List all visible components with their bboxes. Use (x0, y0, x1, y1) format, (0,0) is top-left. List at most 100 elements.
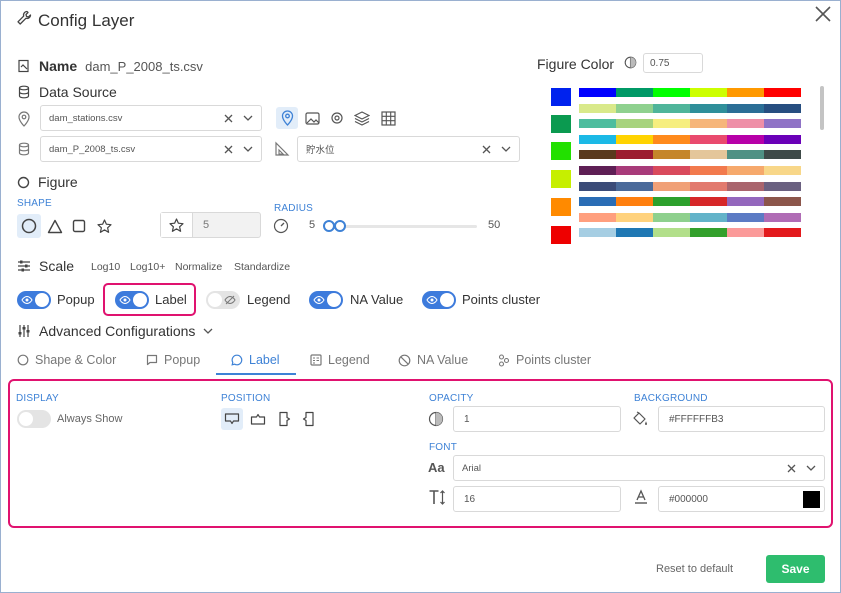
scale-option-log10-plus[interactable]: Log10+ (130, 261, 165, 273)
advanced-config-label: Advanced Configurations (39, 323, 196, 339)
radius-slider-track[interactable] (323, 220, 477, 232)
save-button[interactable]: Save (766, 555, 825, 583)
legend-toggle[interactable] (206, 291, 240, 309)
palette-color (727, 134, 764, 144)
color-palette-row[interactable] (579, 166, 801, 175)
font-size-input[interactable]: 16 (453, 486, 621, 512)
position-right-button[interactable] (274, 408, 296, 430)
palette-color (690, 134, 727, 144)
palette-color (764, 150, 801, 160)
sliders-vertical-icon (18, 325, 30, 337)
color-palette-row[interactable] (579, 181, 801, 191)
tab-points-cluster[interactable]: Points cluster (498, 353, 591, 367)
color-swatch[interactable] (551, 170, 571, 188)
tab-shape-color[interactable]: Shape & Color (17, 353, 116, 367)
position-left-button[interactable] (297, 408, 319, 430)
name-label: Name (39, 58, 78, 74)
clear-icon[interactable] (224, 145, 233, 154)
position-bottom-button[interactable] (221, 408, 243, 430)
shape-square-button[interactable] (68, 215, 90, 237)
shape-star-button[interactable] (93, 215, 115, 237)
tab-label[interactable]: Label (231, 353, 280, 367)
radius-slider-handle-max[interactable] (334, 220, 346, 232)
palette-color (616, 134, 653, 144)
color-swatch[interactable] (551, 115, 571, 133)
database-icon (18, 85, 30, 99)
figure-color-label: Figure Color (537, 56, 615, 72)
palette-color (653, 181, 690, 191)
popup-toggle[interactable] (17, 291, 51, 309)
close-button[interactable] (809, 2, 837, 26)
cluster-icon (498, 353, 510, 367)
opacity-label: OPACITY (429, 393, 474, 404)
palette-color (690, 103, 727, 113)
map-pin-type-button[interactable] (276, 107, 298, 129)
ruler-triangle-icon (275, 141, 290, 156)
data-file-select[interactable]: dam_P_2008_ts.csv (40, 136, 262, 162)
font-color-input[interactable]: #000000 (658, 486, 825, 512)
na-value-toggle[interactable] (309, 291, 343, 309)
target-type-button[interactable] (326, 107, 348, 129)
clear-icon[interactable] (482, 145, 491, 154)
color-swatch[interactable] (551, 226, 571, 244)
color-swatch[interactable] (551, 142, 571, 160)
color-palette-row[interactable] (579, 212, 801, 222)
data-file-value: dam_P_2008_ts.csv (49, 143, 136, 155)
position-top-button[interactable] (247, 408, 269, 430)
color-palette-row[interactable] (579, 134, 801, 144)
shape-circle-button[interactable] (17, 214, 41, 238)
color-palette-row[interactable] (579, 119, 801, 129)
font-color-swatch[interactable] (803, 490, 820, 508)
position-label: POSITION (221, 393, 271, 404)
size-input[interactable]: 5 (193, 213, 260, 237)
palette-color (690, 150, 727, 160)
grid-type-button[interactable] (377, 107, 399, 129)
target-icon (331, 112, 343, 124)
dialog-title-text: Config Layer (38, 10, 135, 30)
color-palette-row[interactable] (579, 197, 801, 207)
scale-option-normalize[interactable]: Normalize (175, 261, 222, 273)
palette-color (764, 181, 801, 191)
palette-scrollbar[interactable] (820, 86, 824, 130)
always-show-toggle[interactable] (17, 410, 51, 428)
font-family-select[interactable]: Arial (453, 455, 825, 481)
font-color-value: #000000 (669, 493, 708, 505)
palette-color (579, 88, 616, 97)
shape-triangle-button[interactable] (44, 215, 66, 237)
location-file-select[interactable]: dam_stations.csv (40, 105, 262, 131)
color-palette-row[interactable] (579, 103, 801, 113)
clear-icon[interactable] (224, 114, 233, 123)
color-palette-row[interactable] (579, 150, 801, 160)
reset-to-default-button[interactable]: Reset to default (656, 563, 733, 575)
advanced-config-toggle[interactable]: Advanced Configurations (17, 323, 213, 339)
shape-label: SHAPE (17, 198, 52, 209)
palette-color (764, 119, 801, 129)
figure-color-opacity-input[interactable]: 0.75 (643, 53, 703, 73)
layers-type-button[interactable] (351, 107, 373, 129)
tab-na-value[interactable]: NA Value (398, 353, 468, 367)
color-palette-row[interactable] (579, 88, 801, 97)
color-swatch[interactable] (551, 88, 571, 106)
tab-legend[interactable]: Legend (310, 353, 370, 367)
column-select[interactable]: 貯水位 (297, 136, 520, 162)
clear-icon[interactable] (787, 464, 796, 473)
popup-toggle-label: Popup (57, 292, 95, 307)
always-show-label: Always Show (57, 413, 123, 425)
image-type-button[interactable] (301, 107, 323, 129)
tab-popup[interactable]: Popup (146, 353, 200, 367)
scale-option-standardize[interactable]: Standardize (234, 261, 290, 273)
palette-color (616, 166, 653, 175)
label-toggle[interactable] (115, 291, 149, 309)
column-value: 貯水位 (306, 145, 335, 156)
points-cluster-toggle[interactable] (422, 291, 456, 309)
chevron-down-icon (501, 146, 511, 152)
map-pin-icon (281, 110, 293, 126)
scale-option-log10[interactable]: Log10 (91, 261, 120, 273)
na-value-toggle-label: NA Value (350, 292, 404, 307)
label-opacity-input[interactable]: 1 (453, 406, 621, 432)
label-background-input[interactable]: #FFFFFFB3 (658, 406, 825, 432)
color-swatch[interactable] (551, 198, 571, 216)
color-palette-row[interactable] (579, 228, 801, 238)
palette-color (653, 228, 690, 238)
eye-icon (426, 295, 438, 305)
